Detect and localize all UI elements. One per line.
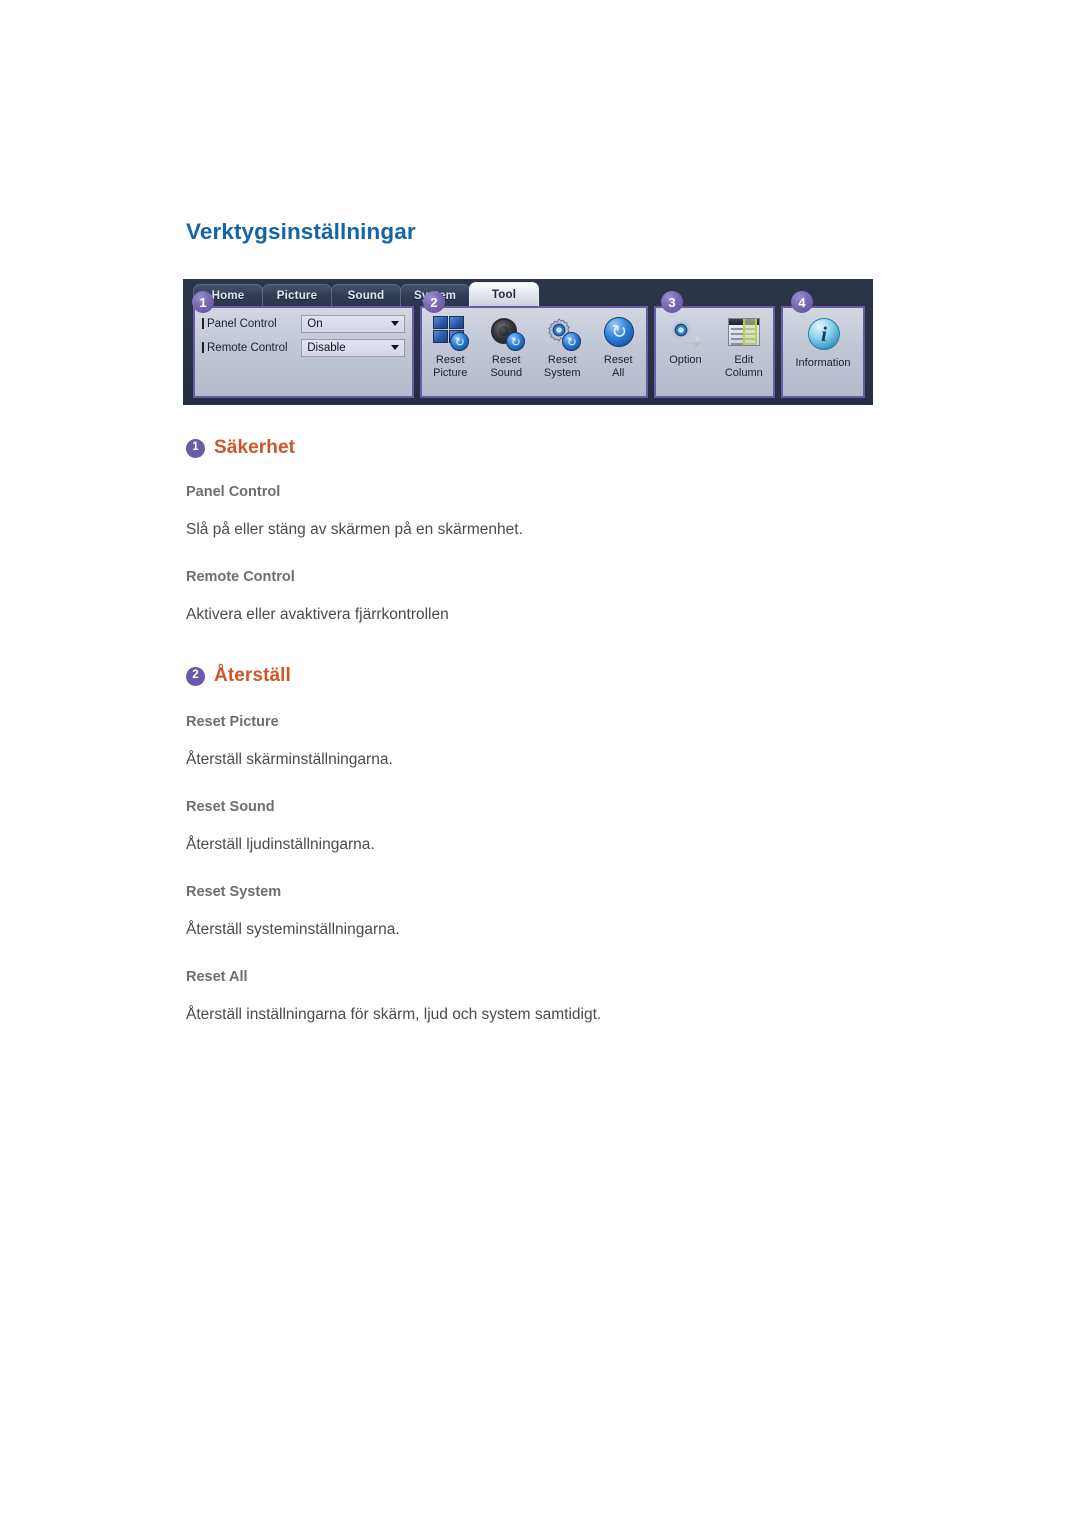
reset-sound-icon: ↻ xyxy=(486,313,526,353)
reset-sound-button[interactable]: ↻ Reset Sound xyxy=(478,313,534,380)
information-icon: i xyxy=(803,316,843,356)
section-number-badge: 1 xyxy=(186,438,205,458)
remote-control-dropdown[interactable]: Disable xyxy=(301,338,406,357)
reset-all-button[interactable]: ↻ Reset All xyxy=(590,313,646,380)
reset-sound-label: Reset Sound xyxy=(490,354,523,379)
section-title: Återställ xyxy=(214,665,291,686)
section-heading-aterstall: 2 Återställ xyxy=(186,665,291,687)
page-title: Verktygsinställningar xyxy=(186,219,416,244)
body-reset-system: Återställ systeminställningarna. xyxy=(186,921,400,938)
panel-control-value: On xyxy=(307,317,323,330)
setting-row-panel-control: Panel Control On xyxy=(202,314,406,333)
information-label: Information xyxy=(795,357,851,369)
group-reset: ↻ Reset Picture ↻ Reset Sound ↻ Reset Sy… xyxy=(420,306,649,398)
subhead-remote-control: Remote Control xyxy=(186,569,295,585)
callout-2: 2 xyxy=(423,291,445,313)
subhead-panel-control: Panel Control xyxy=(186,484,281,500)
reset-system-button[interactable]: ↻ Reset System xyxy=(534,313,590,380)
body-remote-control: Aktivera eller avaktivera fjärrkontrolle… xyxy=(186,606,449,623)
subhead-reset-picture: Reset Picture xyxy=(186,714,279,730)
toolbar-groups: Panel Control On Remote Control Disable xyxy=(193,306,865,398)
panel-control-label: Panel Control xyxy=(202,318,277,330)
tab-picture[interactable]: Picture xyxy=(262,284,332,306)
edit-column-button[interactable]: Edit Column xyxy=(715,313,773,380)
refresh-badge-icon: ↻ xyxy=(562,332,582,351)
reset-all-label: Reset All xyxy=(603,354,633,379)
panel-control-dropdown[interactable]: On xyxy=(301,314,406,333)
tab-tool[interactable]: Tool xyxy=(469,282,539,306)
remote-control-value: Disable xyxy=(307,341,346,354)
information-button[interactable]: i Information xyxy=(783,316,863,370)
setting-row-remote-control: Remote Control Disable xyxy=(202,338,406,357)
body-reset-all: Återställ inställningarna för skärm, lju… xyxy=(186,1006,602,1023)
option-label: Option xyxy=(669,354,702,366)
option-button[interactable]: Option xyxy=(656,313,714,367)
edit-column-icon xyxy=(724,313,764,353)
section-title: Säkerhet xyxy=(214,437,296,458)
subhead-reset-sound: Reset Sound xyxy=(186,799,275,815)
chevron-down-icon xyxy=(391,345,400,350)
reset-system-label: Reset System xyxy=(543,354,581,379)
refresh-badge-icon: ↻ xyxy=(506,332,526,351)
reset-picture-icon: ↻ xyxy=(430,313,470,353)
tab-sound[interactable]: Sound xyxy=(331,284,401,306)
toolbar-tabstrip: Home Picture Sound System Tool xyxy=(193,281,539,306)
group-information: i Information xyxy=(781,306,865,398)
body-panel-control: Slå på eller stäng av skärmen på en skär… xyxy=(186,521,523,538)
remote-control-label: Remote Control xyxy=(202,342,288,354)
refresh-badge-icon: ↻ xyxy=(450,332,470,351)
reset-picture-label: Reset Picture xyxy=(433,354,468,379)
reset-all-icon: ↻ xyxy=(598,313,638,353)
gear-shape xyxy=(671,319,692,341)
section-heading-sakerhet: 1 Säkerhet xyxy=(186,437,295,459)
document-page: Verktygsinställningar Home Picture Sound… xyxy=(0,0,1080,1527)
group-option: Option Edit Column xyxy=(654,306,775,398)
reset-picture-button[interactable]: ↻ Reset Picture xyxy=(422,313,478,380)
option-icon xyxy=(665,313,705,353)
callout-3: 3 xyxy=(661,291,683,313)
callout-1: 1 xyxy=(192,291,214,313)
chevron-down-icon xyxy=(391,321,400,326)
section-number-badge: 2 xyxy=(186,666,205,686)
tool-toolbar-figure: Home Picture Sound System Tool Panel Con… xyxy=(183,279,873,405)
body-reset-sound: Återställ ljudinställningarna. xyxy=(186,836,375,853)
group-security: Panel Control On Remote Control Disable xyxy=(193,306,415,398)
subhead-reset-all: Reset All xyxy=(186,969,248,985)
edit-column-label: Edit Column xyxy=(724,354,763,379)
callout-4: 4 xyxy=(791,291,813,313)
reset-system-icon: ↻ xyxy=(542,313,582,353)
subhead-reset-system: Reset System xyxy=(186,884,282,900)
body-reset-picture: Återställ skärminställningarna. xyxy=(186,751,393,768)
